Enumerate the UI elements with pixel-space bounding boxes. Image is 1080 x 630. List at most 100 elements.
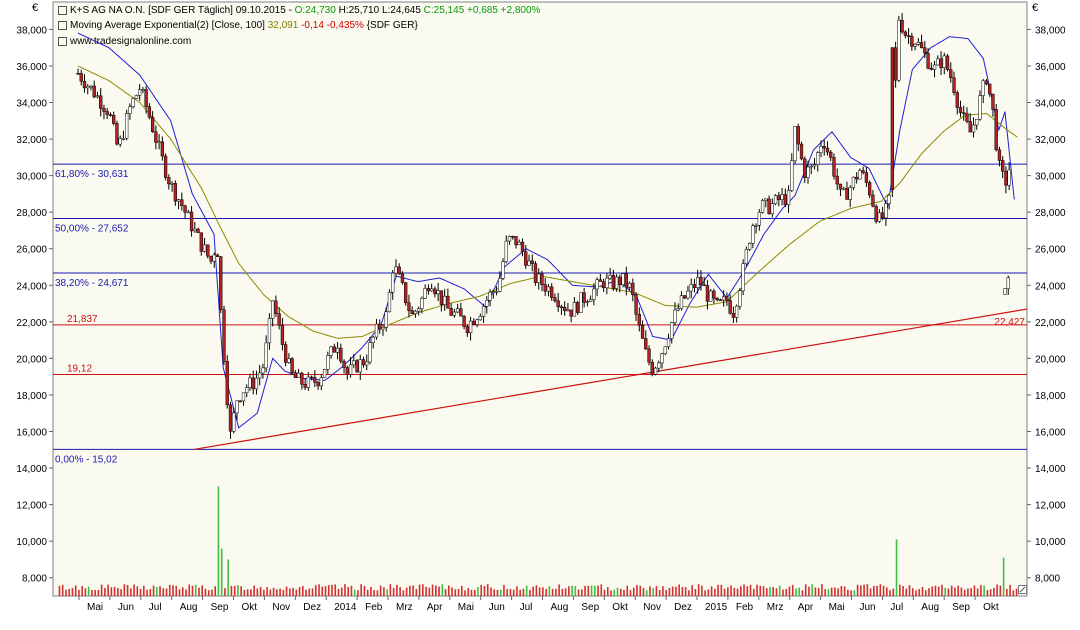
volume-bar <box>688 590 690 596</box>
volume-bar <box>824 589 826 596</box>
candle-body <box>906 35 911 37</box>
volume-bar <box>217 486 220 596</box>
candle-body <box>812 164 817 167</box>
y-tick-label-right: 20,000 <box>1035 354 1066 365</box>
candle-body <box>640 325 645 339</box>
candle-body <box>855 176 859 180</box>
candle-body <box>868 182 872 196</box>
candle-body <box>926 52 930 69</box>
candle-body <box>452 311 457 316</box>
candle-body <box>760 200 765 213</box>
candle-body <box>228 404 233 432</box>
x-tick-label: Mrz <box>396 602 413 613</box>
candle-body <box>209 255 213 262</box>
candle-body <box>173 183 177 202</box>
fibonacci-label: 50,00% - 27,652 <box>55 224 129 235</box>
volume-bar <box>993 587 995 596</box>
candle-body <box>647 348 651 363</box>
y-tick-label-left: 12,000 <box>16 501 47 512</box>
candle-body <box>1006 277 1010 289</box>
volume-bar <box>658 589 661 596</box>
volume-bar <box>778 585 781 596</box>
volume-bar <box>259 586 262 596</box>
candle-body <box>880 212 885 219</box>
candle-body <box>391 272 395 293</box>
volume-bar <box>490 587 492 596</box>
volume-bar <box>723 588 726 596</box>
volume-bar <box>532 586 534 596</box>
x-tick-label: Okt <box>983 602 999 613</box>
candle-body <box>988 83 992 95</box>
candle-body <box>342 360 346 368</box>
resize-grip-icon[interactable] <box>1018 585 1027 594</box>
candle-body <box>280 324 285 345</box>
candle-body <box>410 310 414 315</box>
x-tick-label: Nov <box>272 602 290 613</box>
y-tick-label-left: 32,000 <box>16 135 47 146</box>
candle-body <box>491 291 495 293</box>
volume-bar <box>214 586 216 596</box>
volume-bar <box>970 588 972 596</box>
volume-bar <box>68 588 70 596</box>
candle-body <box>348 364 353 375</box>
candle-body <box>118 138 122 145</box>
candle-body <box>858 170 862 180</box>
volume-bar <box>701 585 703 596</box>
volume-bar <box>185 589 187 596</box>
candle-body <box>186 211 190 214</box>
candle-body <box>76 73 80 75</box>
volume-bar <box>143 585 145 596</box>
volume-bar <box>438 586 440 596</box>
fibonacci-label: 38,20% - 24,671 <box>55 278 129 289</box>
candle-body <box>102 108 106 112</box>
volume-bar <box>619 588 622 596</box>
volume-bar <box>516 586 518 596</box>
volume-bar <box>392 588 395 596</box>
candle-body <box>449 308 453 316</box>
candle-body <box>546 286 551 292</box>
volume-bar <box>730 585 732 596</box>
volume-bar <box>892 588 895 596</box>
candle-body <box>436 290 440 295</box>
candle-body <box>475 319 479 325</box>
fibonacci-label: 0,00% - 15,02 <box>55 454 118 465</box>
candle-body <box>254 377 259 390</box>
volume-bar <box>801 590 804 596</box>
volume-bar <box>139 589 142 596</box>
candle-body <box>128 106 132 114</box>
volume-bar <box>694 589 697 596</box>
volume-bar <box>266 587 268 596</box>
candle-body <box>955 92 959 108</box>
candle-body <box>884 203 888 219</box>
volume-bar <box>769 586 771 596</box>
candle-body <box>423 288 427 299</box>
candle-body <box>141 89 145 91</box>
volume-bar <box>691 585 693 596</box>
candle-body <box>517 241 521 246</box>
candle-body <box>163 155 168 178</box>
volume-bar <box>327 585 330 596</box>
candle-body <box>968 121 972 133</box>
candle-body <box>355 360 359 373</box>
volume-bar <box>882 585 885 596</box>
volume-bar <box>954 587 956 596</box>
y-tick-label-right: 34,000 <box>1035 99 1066 110</box>
stock-chart: 38,000 36,000 34,000 32,000 30,000 28,000 26,0… <box>16 1 1066 613</box>
candle-body <box>326 355 330 370</box>
candle-body <box>121 138 126 140</box>
volume-bar <box>707 589 710 596</box>
candle-body <box>241 392 246 402</box>
volume-bar <box>405 587 408 596</box>
volume-bar <box>506 589 509 596</box>
candle-body <box>180 199 184 207</box>
volume-bar <box>496 589 499 596</box>
volume-bar <box>172 585 174 596</box>
y-tick-label-right: 32,000 <box>1035 135 1066 146</box>
candle-body <box>569 309 573 317</box>
volume-bar <box>697 584 700 596</box>
volume-bar <box>853 590 856 596</box>
candle-body <box>215 254 220 257</box>
candle-body <box>481 305 486 317</box>
volume-bar <box>775 588 778 596</box>
candle-body <box>1004 170 1008 186</box>
